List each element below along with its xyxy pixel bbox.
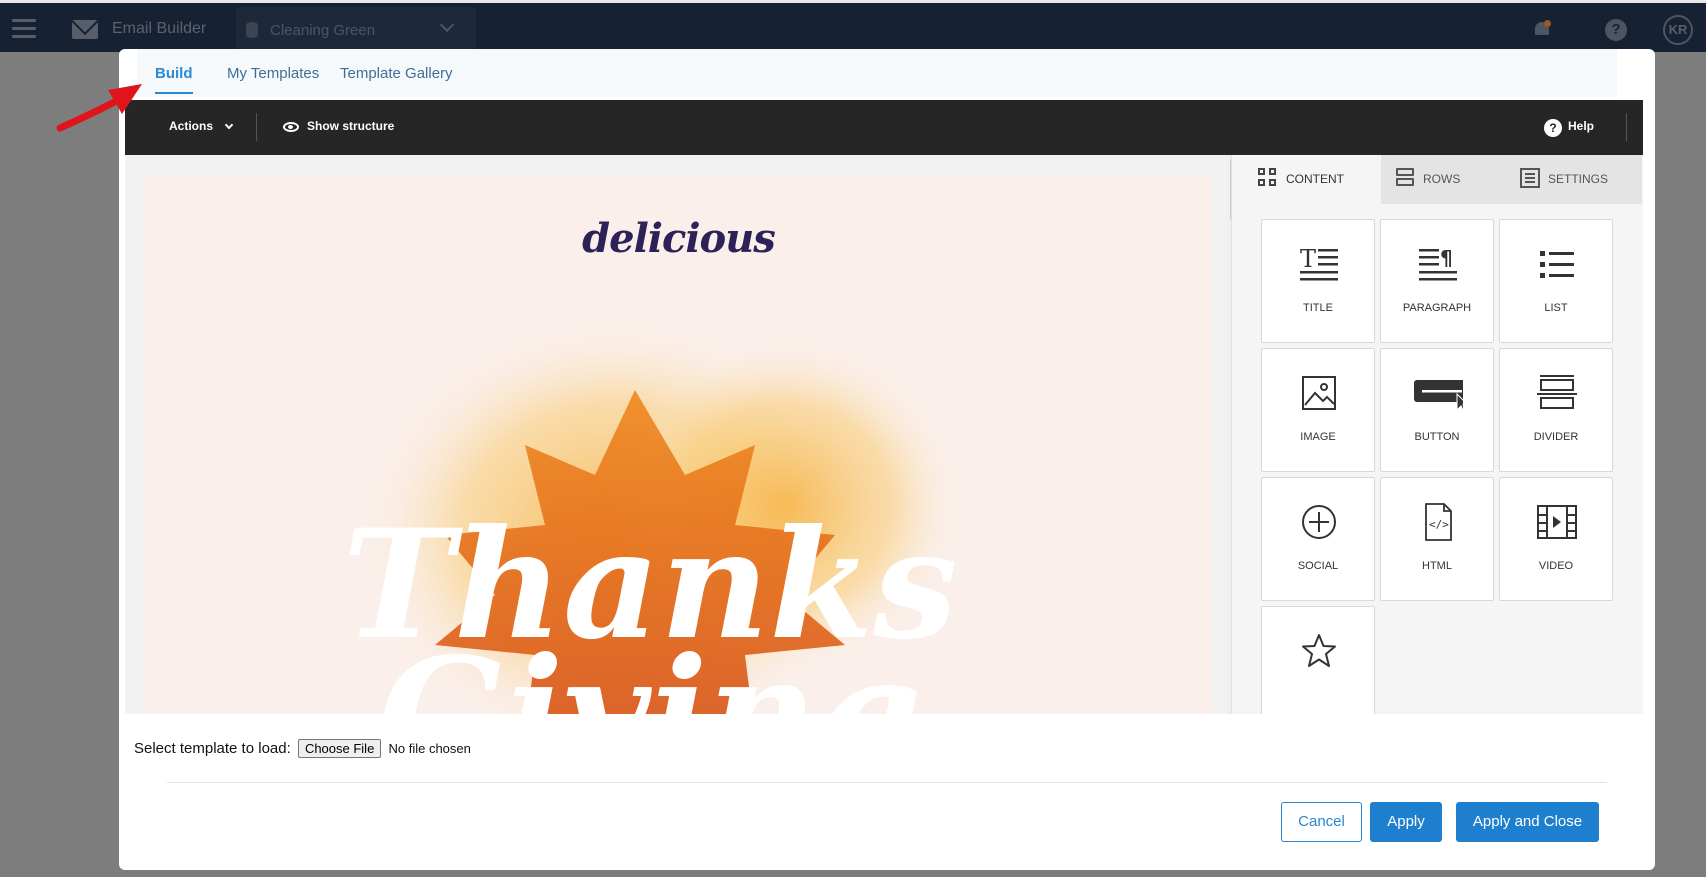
divider-icon (1537, 375, 1577, 409)
block-list-label: LIST (1544, 302, 1568, 314)
block-image-label: IMAGE (1300, 431, 1336, 443)
block-title-label: TITLE (1303, 302, 1333, 314)
footer-divider (167, 782, 1607, 783)
social-icon (1302, 505, 1336, 539)
block-html-label: HTML (1422, 560, 1452, 572)
panel-tabs: CONTENT ROWS SETTINGS (1244, 155, 1643, 204)
help-icon[interactable]: ? (1544, 119, 1562, 137)
annotation-arrow-icon (56, 84, 142, 132)
content-panel: CONTENT ROWS SETTINGS T TITLE ¶ PARAGRAP… (1231, 155, 1643, 714)
block-video-label: VIDEO (1538, 560, 1574, 572)
title-icon: T (1300, 245, 1338, 281)
rows-icon (1395, 168, 1415, 188)
settings-icon (1520, 168, 1540, 188)
list-icon (1540, 251, 1574, 278)
block-custom[interactable] (1261, 606, 1375, 714)
chevron-down-icon[interactable] (224, 120, 234, 130)
block-image[interactable]: IMAGE (1261, 348, 1375, 472)
editor-toolbar: Actions Show structure ? Help (125, 100, 1643, 155)
email-preview[interactable]: delicious Thanks Giving (145, 175, 1212, 714)
block-paragraph-label: PARAGRAPH (1402, 302, 1472, 314)
choose-file-button[interactable]: Choose File (297, 739, 382, 758)
paragraph-icon: ¶ (1419, 246, 1457, 281)
tab-build[interactable]: Build (155, 65, 193, 94)
tab-content[interactable]: CONTENT (1244, 155, 1380, 204)
modal-tabs: Build My Templates Template Gallery (137, 49, 1617, 97)
tab-rows[interactable]: ROWS (1381, 155, 1517, 204)
cancel-button[interactable]: Cancel (1281, 802, 1362, 842)
block-button-label: BUTTON (1414, 431, 1460, 443)
template-file-loader: Select template to load: Choose File No … (134, 739, 471, 758)
template-modal: Build My Templates Template Gallery Acti… (119, 49, 1655, 870)
block-divider[interactable]: DIVIDER (1499, 348, 1613, 472)
video-icon (1537, 505, 1577, 539)
block-social[interactable]: SOCIAL (1261, 477, 1375, 601)
hero-image[interactable]: Thanks Giving (145, 175, 1212, 714)
grid-icon (1258, 168, 1278, 188)
block-list[interactable]: LIST (1499, 219, 1613, 343)
block-paragraph[interactable]: ¶ PARAGRAPH (1380, 219, 1494, 343)
svg-text:</>: </> (1429, 518, 1449, 531)
apply-button[interactable]: Apply (1370, 802, 1442, 842)
tab-settings-label: SETTINGS (1548, 172, 1609, 186)
file-status: No file chosen (388, 741, 471, 756)
block-social-label: SOCIAL (1297, 560, 1339, 572)
tab-content-label: CONTENT (1286, 172, 1344, 186)
tab-template-gallery[interactable]: Template Gallery (340, 65, 453, 82)
block-html[interactable]: </> HTML (1380, 477, 1494, 601)
app-header: Email Builder Cleaning Green ? KR (0, 0, 1706, 53)
tab-rows-label: ROWS (1423, 172, 1461, 186)
block-divider-label: DIVIDER (1533, 431, 1579, 443)
star-icon (1302, 634, 1336, 667)
image-icon (1302, 376, 1336, 410)
show-structure-button[interactable]: Show structure (307, 119, 394, 133)
file-load-label: Select template to load: (134, 740, 291, 757)
svg-text:¶: ¶ (1440, 246, 1453, 270)
help-button[interactable]: Help (1568, 119, 1594, 133)
toolbar-divider (256, 113, 257, 141)
block-button[interactable]: BUTTON (1380, 348, 1494, 472)
button-icon (1414, 380, 1463, 412)
email-canvas[interactable]: delicious Thanks Giving (125, 155, 1232, 714)
block-video[interactable]: VIDEO (1499, 477, 1613, 601)
svg-text:T: T (1300, 245, 1316, 273)
toolbar-divider (1626, 113, 1627, 141)
actions-menu[interactable]: Actions (169, 119, 213, 133)
block-title[interactable]: T TITLE (1261, 219, 1375, 343)
apply-and-close-button[interactable]: Apply and Close (1456, 802, 1599, 842)
hero-text-giving: Giving (378, 625, 921, 714)
eye-icon[interactable] (283, 122, 299, 132)
html-icon: </> (1425, 503, 1452, 541)
tab-my-templates[interactable]: My Templates (227, 65, 319, 82)
tab-settings[interactable]: SETTINGS (1506, 155, 1642, 204)
